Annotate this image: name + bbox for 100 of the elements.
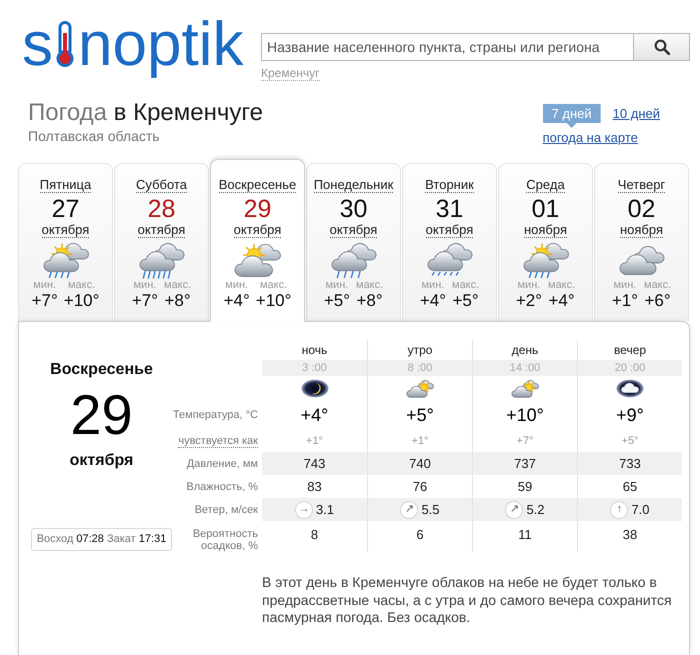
search-field[interactable]: Название населенного пункта, страны или региона [261,33,634,61]
max-label: макс. [644,279,672,291]
month-label: октября [330,223,378,238]
detail-month: октября [70,451,134,471]
humidity-value: 83 [307,478,322,496]
detail-weekday: Воскресенье [50,360,153,380]
max-label: макс. [356,279,384,291]
sun-cloud-icon [406,378,434,398]
max-temperature: +8° [164,291,191,311]
wind-direction-marker: ↗ [400,500,418,518]
max-label: макс. [68,279,96,291]
precipitation-value: 38 [622,526,638,544]
temperature-value: +9° [616,404,644,426]
period-name: ночь [302,342,328,359]
wind-speed-value: 7.0 [631,500,650,519]
min-temperature: +4° [420,291,446,311]
sun-cloud-icon [511,378,539,398]
period-name: вечер [614,342,646,359]
region-name: Полтавская область [28,128,161,144]
max-temperature: +10° [64,291,100,311]
wind-speed-value: 5.2 [526,500,545,519]
day-number: 29 [244,195,272,223]
max-temperature: +5° [452,291,479,311]
min-temperature: +1° [612,291,638,311]
temperature-value: +4° [300,404,328,426]
search-icon [654,39,670,55]
period-time: 14 :00 [472,360,577,376]
sunrise-sunset-info: Восход 07:28 Закат 17:31 [30,528,172,551]
humidity-value: 76 [412,478,428,496]
temperature-value: +10° [506,404,544,426]
pressure-value: 737 [472,452,577,475]
weekday-label: Суббота [136,177,187,193]
max-label: макс. [452,279,480,291]
pressure-value: 743 [262,452,367,475]
search-button[interactable] [634,33,690,61]
day-tab[interactable]: Понедельник 30 октября мин. +5° макс. +8° [306,163,401,321]
max-label: макс. [164,279,192,291]
min-temperature: +7° [32,291,58,311]
feels-like-value: +7° [516,434,534,449]
feels-like-value: +1° [306,434,323,449]
day-description: В этот день в Кременчуге облаков на небе не будет только в предрассветные часы, а с утра и до самого вечера сохранится пасмурная погода. Без осадков. [262,574,673,626]
min-label: мин. [133,279,156,291]
wind-direction-marker: → [294,500,313,518]
min-label: мин. [613,279,636,291]
min-label: мин. [33,279,56,291]
day-tab[interactable]: Воскресенье 29 октября мин. +4° макс. +10° [210,159,305,322]
period-time: 8 :00 [367,360,472,376]
max-label: макс. [548,279,576,291]
day-tab[interactable]: Суббота 28 октября мин. +7° макс. +8° [114,163,209,321]
wind-speed-value: 3.1 [316,500,334,519]
row-label: Ветер, м/сек [194,504,258,516]
day-tab[interactable]: Среда 01 ноября мин. +2° макс. +4° [498,163,593,321]
day-number: 31 [436,195,464,223]
month-label: октября [138,223,186,238]
max-temperature: +6° [644,291,671,311]
night-cloud-icon [616,378,644,398]
row-label: Влажность, % [186,480,258,492]
feels-like-value: +1° [412,434,428,449]
min-temperature: +4° [224,291,250,311]
period-name: утро [408,342,432,359]
day-tab[interactable]: Четверг 02 ноября мин. +1° макс. +6° [594,163,689,321]
max-label: макс. [260,279,288,291]
min-label: мин. [421,279,444,291]
pressure-value: 733 [577,452,682,475]
weekday-label: Четверг [618,177,666,193]
wind-speed-value: 5.5 [421,500,440,519]
month-label: ноября [620,223,664,238]
weekday-label: Понедельник [314,177,394,193]
day-tab[interactable]: Пятница 27 октября мин. +7° макс. +10° [18,163,113,321]
weekday-label: Воскресенье [218,177,296,193]
wind-direction-marker: ↑ [610,500,628,518]
min-label: мин. [517,279,540,291]
month-label: ноября [524,223,568,238]
pressure-value: 740 [367,452,472,475]
max-temperature: +8° [356,291,383,311]
range-tab[interactable]: 10 дней [612,104,660,123]
day-tab[interactable]: Вторник 31 октября мин. +4° макс. +5° [402,163,497,321]
weekday-label: Пятница [40,177,92,193]
min-temperature: +2° [516,291,542,311]
day-number: 27 [52,195,80,223]
wind-direction-marker: ↗ [505,500,524,518]
page-title: Погода в Кременчуге [28,99,263,127]
map-link[interactable]: погода на карте [542,130,638,145]
feels-like-value: +5° [622,434,638,449]
sun-cloud-icon [232,241,284,279]
min-temperature: +7° [132,291,158,311]
period-time: 20 :00 [577,360,682,376]
detail-day-number: 29 [70,387,133,443]
humidity-value: 59 [518,478,532,496]
weekday-label: Вторник [425,177,474,193]
month-label: октября [42,223,90,238]
feels-like-label: чувствуется как [178,434,258,448]
day-number: 02 [628,195,656,223]
precipitation-value: 8 [310,526,318,544]
precipitation-value: 11 [518,526,532,544]
row-label: Вероятность осадков, % [192,528,258,552]
period-time: 3 :00 [262,360,367,376]
max-temperature: +4° [548,291,575,311]
precipitation-value: 6 [416,526,424,544]
max-temperature: +10° [256,291,292,311]
